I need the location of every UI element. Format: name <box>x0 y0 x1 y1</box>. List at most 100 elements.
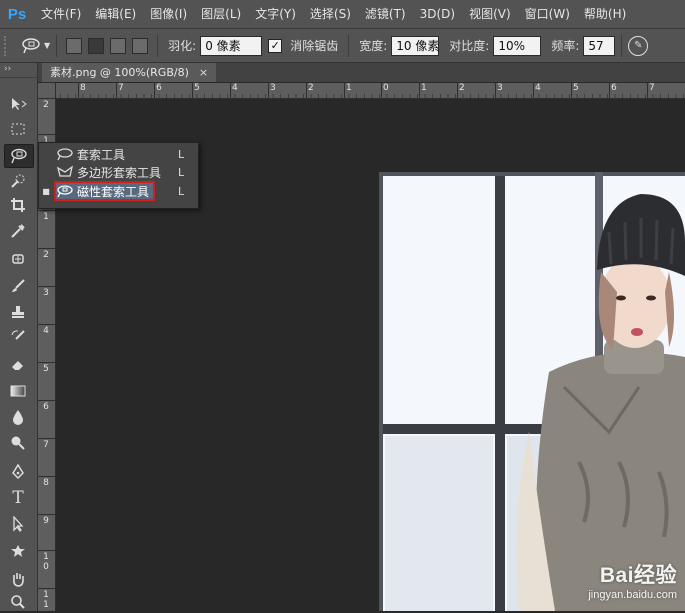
antialias-checkbox[interactable]: ✓ <box>268 38 283 53</box>
flyout-item-shortcut: L <box>178 184 185 198</box>
ruler-label: 1 0 <box>43 552 49 572</box>
horizontal-ruler[interactable]: 8 7 6 5 4 3 2 1 0 1 2 3 4 5 6 7 <box>38 83 685 99</box>
hand-tool-icon[interactable] <box>4 568 32 590</box>
menu-3d[interactable]: 3D(D) <box>413 0 462 28</box>
menu-help[interactable]: 帮助(H) <box>577 0 633 28</box>
baidu-jingyan-watermark: Bai经验 jingyan.baidu.com <box>588 559 677 601</box>
ruler-label: 6 <box>43 402 49 412</box>
move-tool-icon[interactable] <box>4 93 32 115</box>
history-brush-tool-icon[interactable] <box>4 326 32 348</box>
ruler-label: 1 <box>346 83 352 93</box>
options-divider <box>621 34 623 57</box>
flyout-item-label: 多边形套索工具 <box>77 165 162 180</box>
watermark-title: Bai经验 <box>599 564 677 587</box>
lasso-icon <box>53 147 77 161</box>
flyout-item-magnetic-lasso[interactable]: ■ 磁性套索工具 L <box>39 182 198 200</box>
ruler-label: 2 <box>43 100 49 110</box>
ruler-origin[interactable] <box>38 83 56 99</box>
options-bar: ▼ 羽化: 0 像素 ✓ 消除锯齿 宽度: 10 像素 对比度: 10% 频率:… <box>0 29 685 63</box>
selected-bullet: ■ <box>42 186 50 196</box>
menu-type[interactable]: 文字(Y) <box>248 0 303 28</box>
flyout-item-shortcut: L <box>178 147 185 161</box>
ruler-label: 3 <box>43 288 49 298</box>
eraser-tool-icon[interactable] <box>4 353 32 375</box>
menu-view[interactable]: 视图(V) <box>462 0 518 28</box>
close-icon[interactable]: × <box>199 63 208 82</box>
document-image[interactable] <box>379 172 685 611</box>
zoom-tool-icon[interactable] <box>4 591 32 613</box>
options-grip <box>4 35 14 56</box>
menu-window[interactable]: 窗口(W) <box>518 0 577 28</box>
ruler-label: 4 <box>232 83 238 93</box>
blur-tool-icon[interactable] <box>4 406 32 428</box>
feather-input[interactable]: 0 像素 <box>200 35 263 56</box>
type-tool-icon[interactable]: T <box>4 487 32 509</box>
ruler-label: 9 <box>43 516 49 526</box>
ruler-label: 2 <box>459 83 465 93</box>
menu-image[interactable]: 图像(I) <box>143 0 194 28</box>
antialias-label: 消除锯齿 <box>290 39 339 53</box>
width-input[interactable]: 10 像素 <box>391 35 439 56</box>
document-tab-title: 素材.png @ 100%(RGB/8) <box>50 66 189 79</box>
magnetic-lasso-icon <box>22 37 40 53</box>
tools-panel: ›› T <box>0 63 38 611</box>
photo-illustration <box>379 172 685 611</box>
dodge-tool-icon[interactable] <box>4 432 32 454</box>
crop-tool-icon[interactable] <box>4 194 32 216</box>
tablet-pressure-icon[interactable]: ✎ <box>628 35 649 56</box>
menu-filter[interactable]: 滤镜(T) <box>358 0 413 28</box>
gradient-tool-icon[interactable] <box>4 380 32 402</box>
watermark-url: jingyan.baidu.com <box>588 589 677 601</box>
polygonal-lasso-icon <box>53 165 77 179</box>
new-selection-button[interactable] <box>66 37 83 54</box>
menu-layer[interactable]: 图层(L) <box>194 0 248 28</box>
frequency-input[interactable]: 57 <box>583 35 616 56</box>
ruler-label: 3 <box>270 83 276 93</box>
ruler-label: 3 <box>497 83 503 93</box>
custom-shape-tool-icon[interactable] <box>4 540 32 562</box>
document-tab[interactable]: 素材.png @ 100%(RGB/8) × <box>42 63 217 82</box>
flyout-item-label: 套索工具 <box>77 147 126 162</box>
path-selection-tool-icon[interactable] <box>4 513 32 535</box>
subtract-selection-button[interactable] <box>110 37 127 54</box>
menu-file[interactable]: 文件(F) <box>34 0 88 28</box>
contrast-input[interactable]: 10% <box>493 35 542 56</box>
ruler-label: 2 <box>43 250 49 260</box>
intersect-selection-button[interactable] <box>132 37 149 54</box>
lasso-tools-flyout: 套索工具 L 多边形套索工具 L ■ 磁性套索工具 L <box>38 142 199 209</box>
options-divider <box>56 34 58 57</box>
magnetic-lasso-icon <box>53 184 77 198</box>
ruler-label: 1 <box>43 212 49 222</box>
frequency-label: 频率: <box>551 39 580 53</box>
healing-brush-tool-icon[interactable] <box>4 248 32 270</box>
collapse-panel-icon[interactable]: ›› <box>0 63 37 78</box>
width-label: 宽度: <box>359 39 388 53</box>
quick-selection-tool-icon[interactable] <box>4 170 32 192</box>
ruler-label: 8 <box>43 478 49 488</box>
ruler-label: 7 <box>118 83 124 93</box>
ruler-label: 0 <box>383 83 389 93</box>
menu-edit[interactable]: 编辑(E) <box>88 0 143 28</box>
eyedropper-tool-icon[interactable] <box>4 220 32 242</box>
flyout-item-lasso[interactable]: 套索工具 L <box>39 145 198 163</box>
ruler-label: 7 <box>43 440 49 450</box>
lasso-tool-icon[interactable] <box>4 144 34 168</box>
contrast-label: 对比度: <box>449 39 490 53</box>
menu-select[interactable]: 选择(S) <box>303 0 358 28</box>
flyout-item-polygonal-lasso[interactable]: 多边形套索工具 L <box>39 163 198 181</box>
chevron-down-icon: ▼ <box>44 41 51 50</box>
ruler-label: 4 <box>535 83 541 93</box>
ruler-label: 7 <box>649 83 655 93</box>
add-to-selection-button[interactable] <box>88 37 105 54</box>
brush-tool-icon[interactable] <box>4 275 32 297</box>
tool-preset-picker[interactable]: ▼ <box>20 37 50 55</box>
feather-label: 羽化: <box>168 39 197 53</box>
ruler-label: 5 <box>43 364 49 374</box>
ruler-label: 6 <box>156 83 162 93</box>
ruler-label: 5 <box>573 83 579 93</box>
marquee-tool-icon[interactable] <box>4 118 32 140</box>
photoshop-logo: Ps <box>7 5 27 23</box>
clone-stamp-tool-icon[interactable] <box>4 301 32 323</box>
ruler-label: 2 <box>308 83 314 93</box>
pen-tool-icon[interactable] <box>4 461 32 483</box>
